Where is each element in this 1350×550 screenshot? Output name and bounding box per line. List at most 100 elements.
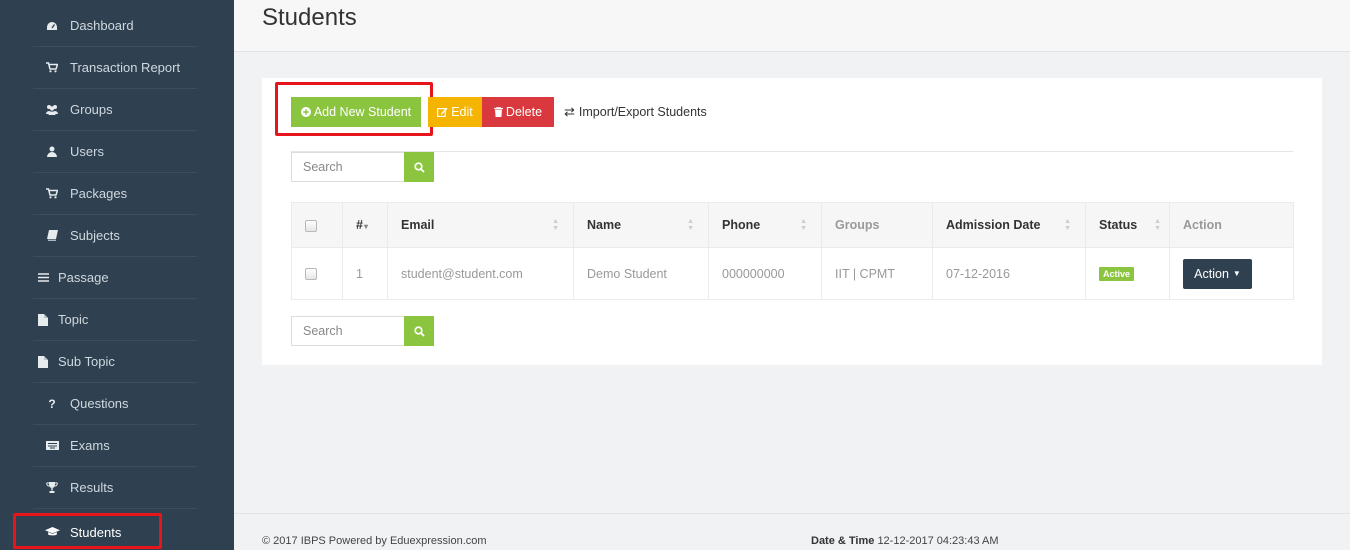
highlight-box-students: [13, 513, 162, 549]
user-icon: [42, 146, 62, 157]
main-content: Students Add New Student Edit Delete ⇄ I…: [234, 0, 1350, 550]
sort-icon: ▲ ▼: [687, 218, 694, 232]
page-header: Students: [234, 0, 1350, 52]
file-icon: [33, 355, 53, 368]
header-select-all: [291, 202, 343, 248]
sidebar-item-passage[interactable]: Passage: [33, 257, 197, 299]
sort-icon: ▲ ▼: [1064, 218, 1071, 232]
search-bar-top: [291, 152, 434, 182]
search-button[interactable]: [404, 152, 434, 182]
sidebar-item-sub-topic[interactable]: Sub Topic: [33, 341, 197, 383]
datetime-label: Date & Time: [811, 535, 875, 547]
file-icon: [33, 313, 53, 326]
row-select-cell: [291, 247, 343, 300]
question-icon: ?: [48, 396, 56, 411]
header-action: Action: [1169, 202, 1294, 248]
action-dropdown-label: Action: [1194, 266, 1229, 281]
users-icon: [42, 104, 62, 115]
header-email[interactable]: Email ▲ ▼: [387, 202, 574, 248]
edit-icon: [437, 107, 448, 117]
sidebar-item-label: Users: [70, 144, 104, 159]
header-admission-date[interactable]: Admission Date ▲ ▼: [932, 202, 1086, 248]
row-checkbox[interactable]: [305, 268, 317, 281]
cart-icon: [42, 62, 62, 73]
search-input[interactable]: [291, 152, 404, 182]
sort-icon: ▲ ▼: [1154, 218, 1161, 232]
edit-button[interactable]: Edit: [428, 97, 482, 127]
cell-admission-date: 07-12-2016: [932, 247, 1086, 300]
select-all-checkbox[interactable]: [305, 219, 317, 232]
sidebar-item-label: Topic: [58, 312, 89, 327]
book-icon: [42, 230, 62, 241]
sidebar-item-label: Subjects: [70, 228, 120, 243]
delete-button[interactable]: Delete: [482, 97, 554, 127]
search-bar-bottom: [291, 316, 434, 346]
delete-label: Delete: [505, 105, 543, 119]
sidebar: Dashboard Transaction Report Groups User…: [0, 0, 234, 550]
cart-icon: [42, 188, 62, 199]
action-dropdown-button[interactable]: Action ▼: [1183, 258, 1252, 289]
table-row: 1 student@student.com Demo Student 00000…: [291, 247, 1294, 300]
sidebar-item-groups[interactable]: Groups: [33, 89, 197, 131]
sidebar-item-label: Questions: [70, 396, 129, 411]
tachometer-icon: [42, 21, 62, 31]
cell-email: student@student.com: [387, 247, 574, 300]
header-phone[interactable]: Phone ▲ ▼: [708, 202, 822, 248]
edit-label: Edit: [451, 105, 473, 119]
datetime-value: 12-12-2017 04:23:43 AM: [877, 535, 999, 547]
sidebar-item-label: Passage: [58, 270, 109, 285]
cell-number: 1: [342, 247, 388, 300]
sidebar-item-users[interactable]: Users: [33, 131, 197, 173]
divider: [291, 151, 1293, 152]
caret-down-icon: ▼: [1232, 269, 1241, 278]
table-header-row: #▾ Email ▲ ▼ Name ▲ ▼ Phone ▲ ▼ Groups Admissi…: [291, 202, 1294, 248]
header-name[interactable]: Name ▲ ▼: [573, 202, 709, 248]
datetime-display: Date & Time 12-12-2017 04:23:43 AM: [811, 535, 999, 547]
sidebar-item-results[interactable]: Results: [33, 467, 197, 509]
cell-phone: 000000000: [708, 247, 822, 300]
add-student-button[interactable]: Add New Student: [291, 97, 421, 127]
sort-icon: ▾: [363, 222, 368, 231]
header-number[interactable]: #▾: [342, 202, 388, 248]
sidebar-item-exams[interactable]: Exams: [33, 425, 197, 467]
header-groups: Groups: [821, 202, 933, 248]
sidebar-item-label: Packages: [70, 186, 128, 201]
search-icon: [413, 161, 425, 173]
trophy-icon: [42, 482, 62, 493]
search-input[interactable]: [291, 316, 404, 346]
sidebar-item-label: Exams: [70, 438, 110, 453]
cell-groups: IIT | CPMT: [821, 247, 933, 300]
sidebar-item-label: Sub Topic: [58, 354, 115, 369]
exchange-icon: ⇄: [564, 104, 575, 119]
sidebar-item-label: Groups: [70, 102, 113, 117]
keyboard-icon: [42, 441, 62, 450]
cell-status: Active: [1085, 247, 1170, 300]
search-icon: [413, 325, 425, 337]
sidebar-item-label: Transaction Report: [70, 60, 181, 75]
sidebar-item-topic[interactable]: Topic: [33, 299, 197, 341]
sidebar-item-questions[interactable]: ? Questions: [33, 383, 197, 425]
search-button[interactable]: [404, 316, 434, 346]
footer: © 2017 IBPS Powered by Eduexpression.com…: [234, 513, 1350, 550]
sort-icon: ▲ ▼: [552, 218, 559, 232]
copyright-text: © 2017 IBPS Powered by Eduexpression.com: [262, 535, 487, 547]
sort-icon: ▲ ▼: [800, 218, 807, 232]
import-export-link[interactable]: ⇄ Import/Export Students: [564, 97, 707, 127]
sidebar-item-label: Dashboard: [70, 18, 134, 33]
plus-circle-icon: [300, 107, 311, 117]
cell-action: Action ▼: [1169, 247, 1294, 300]
students-table: #▾ Email ▲ ▼ Name ▲ ▼ Phone ▲ ▼ Groups Admissi…: [291, 202, 1294, 300]
sidebar-item-label: Results: [70, 480, 114, 495]
sidebar-item-dashboard[interactable]: Dashboard: [33, 5, 197, 47]
sidebar-item-transaction-report[interactable]: Transaction Report: [33, 47, 197, 89]
sidebar-item-packages[interactable]: Packages: [33, 173, 197, 215]
import-export-label: Import/Export Students: [578, 105, 707, 119]
sidebar-item-subjects[interactable]: Subjects: [33, 215, 197, 257]
students-panel: Add New Student Edit Delete ⇄ Import/Exp…: [262, 78, 1322, 365]
add-student-label: Add New Student: [313, 105, 412, 119]
status-badge: Active: [1099, 267, 1135, 281]
trash-icon: [493, 107, 503, 117]
header-status[interactable]: Status ▲ ▼: [1085, 202, 1170, 248]
cell-name: Demo Student: [573, 247, 709, 300]
page-title: Students: [262, 4, 357, 31]
